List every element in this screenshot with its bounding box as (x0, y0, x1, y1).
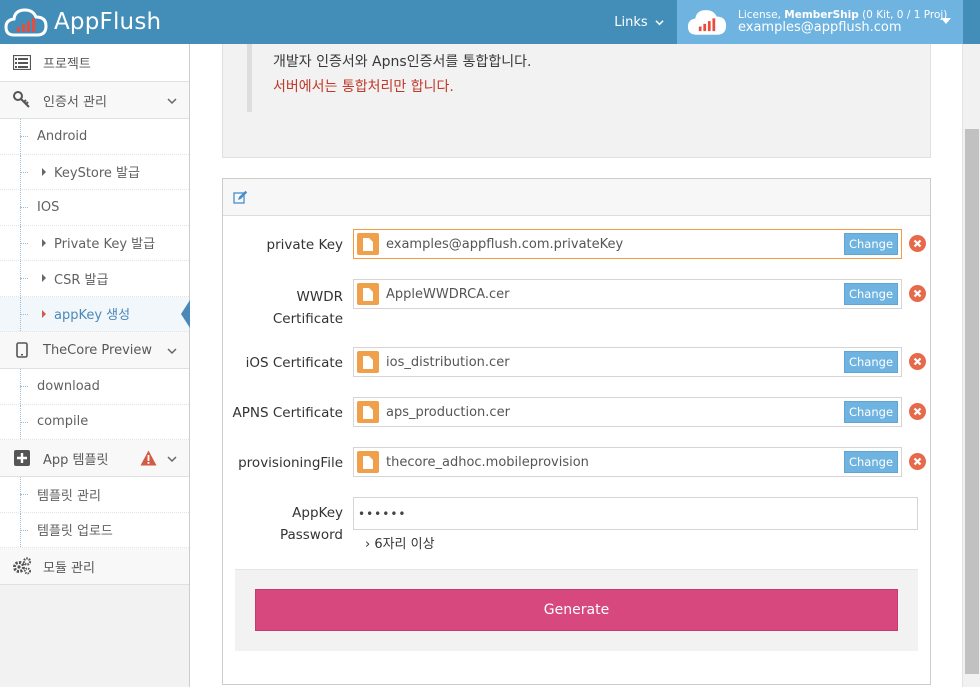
cloud-logo-icon (4, 8, 48, 37)
remove-icon[interactable] (909, 453, 926, 470)
user-info: License, MemberShip (0 Kit, 0 / 1 Proj) … (738, 9, 947, 36)
widget-header (223, 179, 930, 216)
tablet-icon (12, 340, 32, 360)
file-icon (357, 451, 379, 473)
sidebar-item-appkey[interactable]: appKey 생성 (0, 296, 190, 332)
file-icon (357, 401, 379, 423)
provisioning-file-input[interactable]: thecore_adhoc.mobileprovision Change (353, 447, 902, 477)
gears-icon (12, 556, 32, 576)
cert-submenu: Android KeyStore 발급 IOS Private Key 발급 C… (0, 119, 190, 332)
sidebar-item-ios[interactable]: IOS (0, 190, 189, 226)
active-pointer (181, 299, 190, 328)
appkey-password-input[interactable]: •••••• (353, 497, 918, 530)
private-key-file-input[interactable]: examples@appflush.com.privateKey Change (353, 229, 902, 259)
sidebar-item-module[interactable]: 모듈 관리 (0, 548, 189, 585)
sidebar-item-cert[interactable]: 인증서 관리 (0, 82, 189, 119)
sidebar-item-compile[interactable]: compile (0, 404, 189, 440)
brand-name: AppFlush (54, 9, 162, 35)
file-name: examples@appflush.com.privateKey (386, 236, 624, 252)
sidebar-item-label: 인증서 관리 (43, 94, 107, 110)
file-icon (357, 233, 379, 255)
provisioning-label: provisioningFile (238, 455, 343, 471)
sidebar-item-label: 프로젝트 (43, 57, 91, 72)
sidebar-item-thecore[interactable]: TheCore Preview (0, 332, 189, 369)
form-actions: Generate (235, 569, 918, 651)
blockquote-bar (247, 44, 252, 112)
wwdr-label: WWDR Certificate (272, 289, 343, 327)
caret-down-icon (941, 18, 951, 24)
sidebar-item-template-upload[interactable]: 템플릿 업로드 (0, 512, 189, 548)
change-button[interactable]: Change (844, 233, 898, 255)
appkey-password-label: AppKey Password (279, 505, 343, 543)
file-icon (357, 283, 379, 305)
template-submenu: 템플릿 관리 템플릿 업로드 (0, 477, 189, 548)
apns-cert-label: APNS Certificate (232, 405, 343, 421)
info-box: 개발자 인증서와 Apns인증서를 통합합니다. 서버에서는 통합처리만 합니다… (222, 44, 931, 158)
file-name: aps_production.cer (386, 404, 510, 420)
license-plan: MemberShip (784, 8, 859, 21)
page-scrollbar[interactable] (962, 44, 980, 687)
sidebar-item-keystore[interactable]: KeyStore 발급 (0, 154, 189, 190)
brand[interactable]: AppFlush (0, 0, 161, 44)
file-name: thecore_adhoc.mobileprovision (386, 454, 589, 470)
sidebar-item-download[interactable]: download (0, 369, 189, 405)
main-content: 개발자 인증서와 Apns인증서를 통합합니다. 서버에서는 통합처리만 합니다… (190, 44, 962, 687)
private-key-label: private Key (266, 237, 344, 253)
ios-cert-file-input[interactable]: ios_distribution.cer Change (353, 347, 902, 377)
sidebar-item-apptemplate[interactable]: App 템플릿 (0, 440, 189, 477)
sidebar: 프로젝트 인증서 관리 Android KeyStore 발급 IOS Priv… (0, 44, 190, 687)
info-text: 개발자 인증서와 Apns인증서를 통합합니다. (273, 54, 532, 70)
remove-icon[interactable] (909, 403, 926, 420)
chevron-down-icon (167, 456, 177, 463)
warning-icon (140, 450, 157, 466)
cloud-avatar-icon (687, 10, 727, 35)
remove-icon[interactable] (909, 353, 926, 370)
chevron-down-icon (167, 348, 177, 355)
appkey-form-widget: private Key examples@appflush.com.privat… (222, 178, 931, 685)
links-label: Links (614, 14, 648, 30)
list-icon (12, 53, 32, 73)
top-navbar: AppFlush Links License, MemberShip (0 Ki… (0, 0, 980, 44)
chevron-down-icon (655, 19, 664, 25)
sidebar-item-label: TheCore Preview (43, 342, 153, 358)
chevron-down-icon (167, 98, 177, 105)
user-email: examples@appflush.com (738, 19, 902, 35)
generate-button[interactable]: Generate (255, 589, 898, 631)
change-button[interactable]: Change (844, 283, 898, 305)
thecore-submenu: download compile (0, 369, 189, 440)
apns-cert-file-input[interactable]: aps_production.cer Change (353, 397, 902, 427)
change-button[interactable]: Change (844, 351, 898, 373)
file-name: ios_distribution.cer (386, 354, 510, 370)
change-button[interactable]: Change (844, 401, 898, 423)
file-name: AppleWWDRCA.cer (386, 286, 510, 302)
change-button[interactable]: Change (844, 451, 898, 473)
remove-icon[interactable] (909, 285, 926, 302)
sidebar-item-csr[interactable]: CSR 발급 (0, 261, 189, 297)
caret-right-icon (42, 238, 46, 247)
password-hint: › 6자리 이상 (365, 537, 435, 552)
ios-cert-label: iOS Certificate (245, 355, 343, 371)
sidebar-item-privatekey[interactable]: Private Key 발급 (0, 225, 189, 261)
sidebar-item-label: 모듈 관리 (43, 560, 95, 576)
user-menu[interactable]: License, MemberShip (0 Kit, 0 / 1 Proj) … (677, 0, 963, 44)
sidebar-item-project[interactable]: 프로젝트 (0, 44, 189, 82)
plus-square-icon (12, 448, 32, 468)
license-info: License, MemberShip (0 Kit, 0 / 1 Proj) (738, 8, 948, 21)
scrollbar-thumb[interactable] (965, 129, 979, 674)
sidebar-item-template-manage[interactable]: 템플릿 관리 (0, 477, 189, 513)
caret-right-icon (42, 309, 46, 318)
info-warning-text: 서버에서는 통합처리만 합니다. (273, 79, 454, 95)
sidebar-item-android[interactable]: Android (0, 119, 189, 155)
caret-right-icon (42, 274, 46, 283)
key-icon (12, 90, 32, 110)
caret-right-icon (42, 167, 46, 176)
file-icon (357, 351, 379, 373)
wwdr-file-input[interactable]: AppleWWDRCA.cer Change (353, 279, 902, 309)
sidebar-item-label: App 템플릿 (43, 452, 109, 468)
edit-icon (233, 190, 248, 204)
links-menu[interactable]: Links (602, 0, 676, 44)
remove-icon[interactable] (909, 235, 926, 252)
